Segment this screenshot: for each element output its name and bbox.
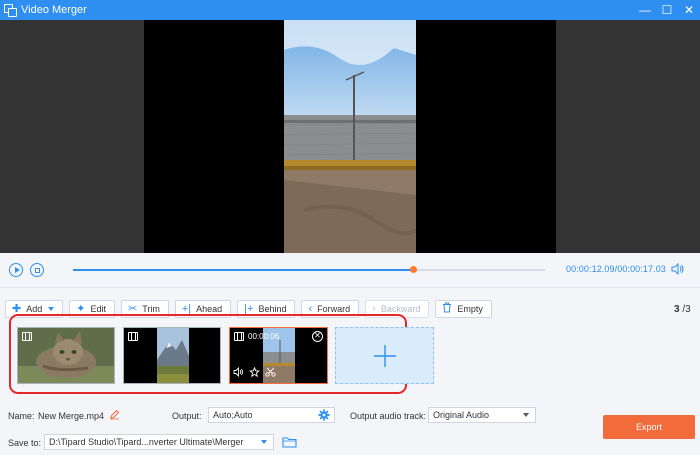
playback-bar: 00:00:12.09/00:00:17.03 (0, 253, 700, 287)
clip-thumbnail-kitten[interactable] (17, 327, 115, 384)
audio-track-value: Original Audio (433, 410, 490, 420)
empty-button[interactable]: Empty (435, 300, 492, 318)
plus-icon: ✚ (12, 302, 22, 315)
output-label: Output: (172, 411, 202, 421)
name-label: Name: (8, 411, 35, 421)
ahead-label: Ahead (196, 304, 223, 314)
scissors-icon: ✂ (127, 302, 138, 315)
page-indicator: 3 /3 (674, 304, 691, 315)
edit-label: Edit (90, 304, 106, 314)
total-time: 00:00:17.03 (617, 264, 666, 274)
chevron-down-icon (261, 440, 267, 444)
gear-icon[interactable] (318, 409, 330, 425)
film-icon (234, 332, 244, 341)
clip-thumbnail-fence[interactable]: 00:00:06 ✕ (229, 327, 328, 384)
clip-duration: 00:00:06 (248, 332, 280, 341)
output-format-field[interactable]: Auto;Auto (208, 407, 335, 423)
clip-actions (233, 366, 276, 380)
timecode: 00:00:12.09/00:00:17.03 (566, 264, 666, 274)
page-current: 3 (674, 304, 680, 315)
effect-star-icon[interactable] (249, 366, 260, 380)
backward-label: Backward (380, 304, 421, 314)
play-button[interactable] (9, 263, 23, 277)
progress-slider[interactable] (73, 266, 545, 273)
plus-icon (373, 344, 396, 367)
progress-fill (73, 269, 413, 271)
add-label: Add (26, 304, 43, 314)
video-preview (0, 20, 700, 253)
clip-thumbnail-mountain[interactable] (123, 327, 221, 384)
stop-button[interactable] (30, 263, 44, 277)
behind-label: Behind (258, 304, 287, 314)
app-logo-icon (4, 4, 17, 17)
volume-icon[interactable] (671, 262, 685, 276)
title-bar: Video Merger — ☐ ✕ (0, 0, 700, 20)
chevron-down-icon (48, 307, 55, 311)
preview-frame (284, 20, 416, 253)
export-button[interactable]: Export (603, 415, 695, 439)
maximize-icon[interactable]: ☐ (656, 0, 678, 20)
trim-label: Trim (142, 304, 160, 314)
current-time: 00:00:12.09 (566, 264, 615, 274)
window-controls: — ☐ ✕ (634, 0, 700, 20)
chevron-down-icon (523, 413, 529, 417)
empty-label: Empty (457, 304, 483, 314)
ahead-icon: +| (181, 302, 192, 315)
stop-icon (34, 267, 40, 273)
output-format-value: Auto;Auto (213, 410, 253, 420)
add-clip-tile[interactable] (335, 327, 434, 384)
backward-icon: › (372, 302, 376, 315)
divider (0, 287, 700, 288)
trash-icon (442, 302, 452, 316)
play-icon (14, 267, 20, 273)
forward-icon: ‹ (308, 302, 313, 315)
close-icon[interactable]: ✕ (678, 0, 700, 20)
forward-label: Forward (317, 304, 351, 314)
output-name-value[interactable]: New Merge.mp4 (38, 411, 104, 421)
save-to-label: Save to: (8, 438, 42, 448)
audio-track-label: Output audio track: (350, 411, 427, 421)
save-path-value: D:\Tipard Studio\Tipard...nverter Ultima… (49, 437, 244, 447)
scissors-icon[interactable] (265, 367, 276, 380)
magic-wand-icon: ✦ (76, 302, 86, 315)
folder-icon[interactable] (282, 436, 297, 451)
film-icon (128, 332, 138, 341)
behind-icon: |+ (244, 302, 254, 315)
window-title: Video Merger (21, 4, 87, 16)
remove-clip-icon[interactable]: ✕ (312, 331, 323, 342)
progress-handle[interactable] (409, 266, 417, 273)
minimize-icon[interactable]: — (634, 0, 656, 20)
page-total: 3 (685, 304, 691, 315)
film-icon (22, 332, 32, 341)
save-path-select[interactable]: D:\Tipard Studio\Tipard...nverter Ultima… (44, 434, 274, 450)
audio-icon[interactable] (233, 366, 244, 380)
audio-track-select[interactable]: Original Audio (428, 407, 536, 423)
pencil-icon[interactable] (109, 409, 120, 423)
